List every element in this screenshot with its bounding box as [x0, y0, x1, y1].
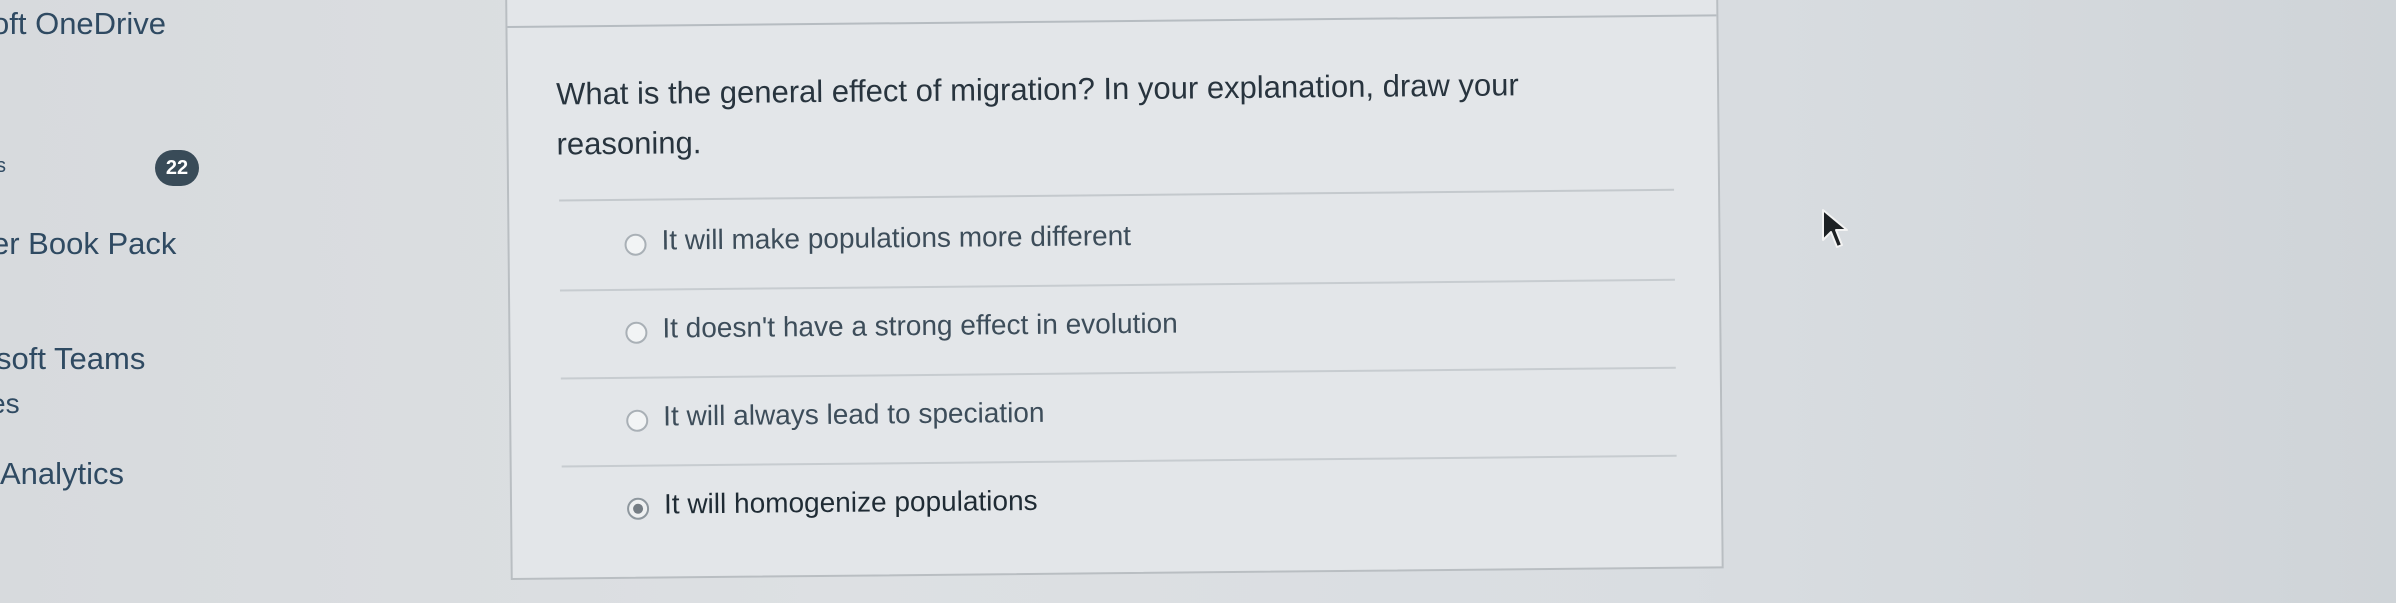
answer-label[interactable]: It will always lead to speciation	[663, 397, 1045, 433]
answer-option-4-selected[interactable]: It will homogenize populations	[562, 457, 1678, 556]
answer-label[interactable]: It will make populations more different	[661, 220, 1131, 257]
sidebar-item-analytics[interactable]: Analytics	[0, 456, 124, 492]
sidebar-item-onedrive[interactable]: oft OneDrive	[0, 6, 166, 42]
answer-label[interactable]: It will homogenize populations	[664, 485, 1038, 521]
answer-option-3[interactable]: It will always lead to speciation	[561, 369, 1677, 468]
answer-label[interactable]: It doesn't have a strong effect in evolu…	[662, 308, 1178, 345]
mouse-pointer-icon	[1822, 209, 1848, 248]
sidebar-item-book-pack[interactable]: er Book Pack	[0, 226, 176, 262]
radio-button-icon[interactable]	[624, 233, 647, 256]
notification-count-badge: 22	[155, 150, 199, 186]
answer-option-2[interactable]: It doesn't have a strong effect in evolu…	[560, 281, 1676, 380]
radio-button-icon[interactable]	[625, 321, 648, 344]
question-text: What is the general effect of migration?…	[555, 67, 1519, 162]
sidebar-item-teams[interactable]: soft Teams	[0, 341, 145, 377]
quiz-question-card: What is the general effect of migration?…	[505, 0, 1724, 580]
card-divider	[507, 14, 1717, 28]
sidebar-item-partial-2[interactable]: es	[0, 388, 20, 420]
course-sidebar: oft OneDrive s 22 er Book Pack soft Team…	[0, 0, 510, 603]
radio-button-selected-icon[interactable]	[626, 497, 650, 520]
radio-button-icon[interactable]	[626, 409, 649, 432]
answer-option-1[interactable]: It will make populations more different	[559, 193, 1675, 292]
sidebar-item-partial[interactable]: s	[0, 155, 6, 178]
